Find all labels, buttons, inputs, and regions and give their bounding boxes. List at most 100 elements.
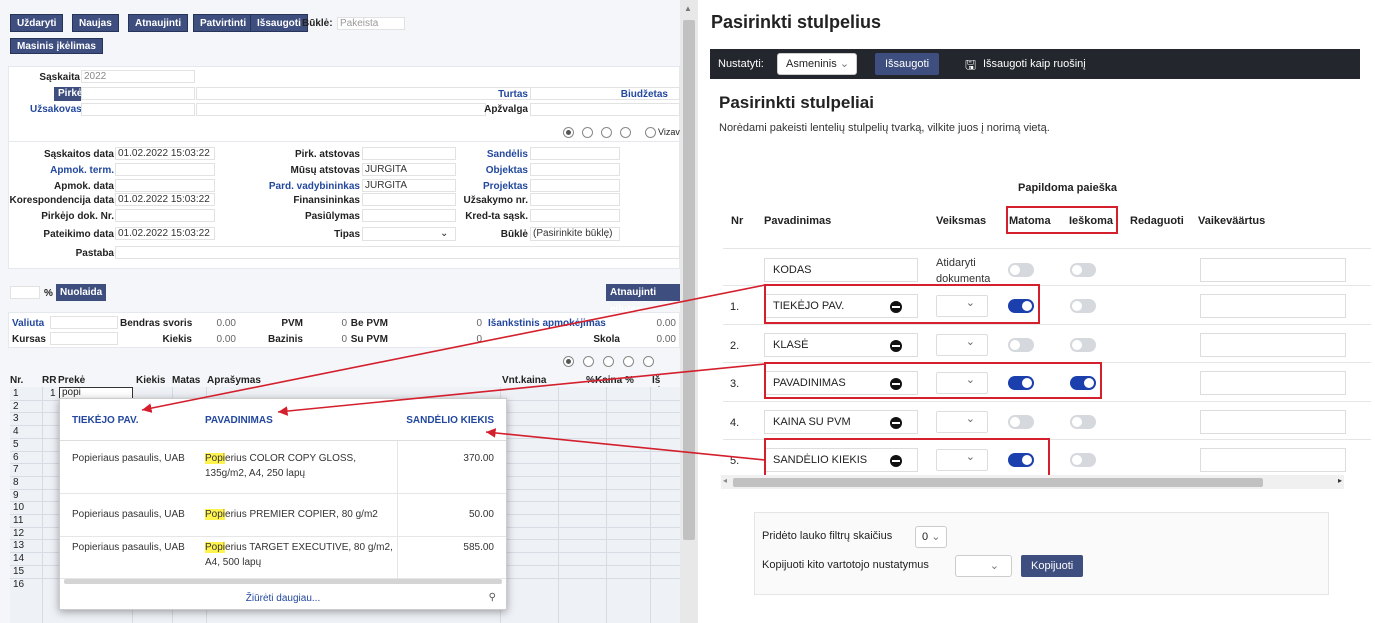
- rows-radio-2[interactable]: [583, 356, 594, 367]
- note-field[interactable]: [115, 246, 680, 259]
- refresh-rows-button[interactable]: Atnaujinti eilutes: [606, 284, 680, 315]
- warehouse-label[interactable]: Sandėlis: [460, 149, 528, 160]
- rows-radio-4[interactable]: [623, 356, 634, 367]
- action-select[interactable]: [936, 334, 988, 356]
- orderer-label[interactable]: Užsakovas: [30, 104, 82, 115]
- budget-label[interactable]: Biudžetas: [600, 89, 668, 100]
- remove-column-icon[interactable]: [890, 417, 902, 429]
- filter-count-select[interactable]: 0 ⌄: [915, 526, 947, 548]
- credit-inv-field[interactable]: [530, 209, 620, 222]
- popup-row[interactable]: Popieriaus pasaulis, UAB Popierius PREMI…: [60, 494, 506, 537]
- orderer-field[interactable]: [81, 103, 195, 116]
- rows-radio-3[interactable]: [603, 356, 614, 367]
- popup-col-name[interactable]: PAVADINIMAS: [205, 415, 273, 426]
- user-select[interactable]: ⌄: [955, 555, 1012, 577]
- overview-field[interactable]: [530, 103, 680, 116]
- view-radio-1[interactable]: [563, 127, 574, 138]
- scroll-thumb[interactable]: [683, 20, 695, 540]
- pay-term-label[interactable]: Apmok. term.: [10, 165, 114, 176]
- view-radio-2[interactable]: [582, 127, 593, 138]
- object-field[interactable]: [530, 163, 620, 176]
- new-button[interactable]: Naujas: [72, 14, 119, 32]
- discount-percent-field[interactable]: [10, 286, 40, 299]
- mass-upload-button[interactable]: Masinis įkėlimas: [10, 38, 103, 54]
- offer-field[interactable]: [362, 209, 456, 222]
- our-rep-field[interactable]: JURGITA: [362, 163, 456, 176]
- default-value-input[interactable]: [1200, 410, 1346, 434]
- popup-col-stock[interactable]: SANDĖLIO KIEKIS: [406, 415, 494, 426]
- save-settings-button[interactable]: Išsaugoti: [875, 53, 940, 75]
- wrench-icon[interactable]: ⚲: [489, 592, 496, 603]
- kodas-column[interactable]: KODAS: [764, 258, 918, 282]
- row-number: 12: [13, 527, 25, 539]
- confirm-button[interactable]: Patvirtinti: [193, 14, 254, 32]
- buyer-button[interactable]: Pirkėjas: [54, 87, 96, 101]
- copy-button[interactable]: Kopijuoti: [1021, 555, 1084, 577]
- default-value-input[interactable]: [1200, 371, 1346, 395]
- pay-term-field[interactable]: [115, 163, 215, 176]
- profile-select[interactable]: Asmeninis ⌄: [777, 53, 857, 75]
- pay-date-field[interactable]: [115, 179, 215, 192]
- prepay-label[interactable]: Išankstinis apmokėjimas: [488, 318, 606, 329]
- currency-field[interactable]: [50, 316, 118, 329]
- submit-date-field[interactable]: 01.02.2022 15:03:22: [115, 227, 215, 240]
- searched-toggle[interactable]: [1070, 453, 1096, 467]
- scroll-left-icon[interactable]: ◂: [723, 476, 727, 485]
- view-radio-4[interactable]: [620, 127, 631, 138]
- see-more-link[interactable]: Žiūrėti daugiau...: [60, 593, 506, 604]
- default-value-input[interactable]: [1200, 333, 1346, 357]
- popup-name-rest: erius COLOR COPY GLOSS, 135g/m2, A4, 250…: [205, 453, 356, 479]
- action-select[interactable]: [936, 411, 988, 433]
- rows-radio-5[interactable]: [643, 356, 654, 367]
- col-qty: Kiekis: [136, 375, 166, 386]
- inv-date-field[interactable]: 01.02.2022 15:03:22: [115, 147, 215, 160]
- discount-button[interactable]: Nuolaida: [56, 284, 107, 301]
- buyer-code-field[interactable]: [81, 87, 195, 100]
- rows-radio-1[interactable]: [563, 356, 574, 367]
- default-value-input[interactable]: [1200, 448, 1346, 472]
- default-value-input[interactable]: [1200, 294, 1346, 318]
- invoice-field[interactable]: 2022: [81, 70, 195, 83]
- state-select[interactable]: (Pasirinkite būklę): [530, 227, 620, 241]
- remove-column-icon[interactable]: [890, 340, 902, 352]
- horizontal-scrollbar[interactable]: ◂ ▸: [721, 475, 1344, 489]
- hscroll-thumb[interactable]: [733, 478, 1263, 487]
- buyer-doc-field[interactable]: [115, 209, 215, 222]
- currency-label[interactable]: Valiuta: [12, 318, 44, 329]
- kodas-searched-toggle[interactable]: [1070, 263, 1096, 277]
- searched-toggle[interactable]: [1070, 299, 1096, 313]
- popup-row[interactable]: Popieriaus pasaulis, UAB Popierius TARGE…: [60, 537, 506, 579]
- popup-row[interactable]: Popieriaus pasaulis, UAB Popierius COLOR…: [60, 441, 506, 494]
- order-no-field[interactable]: [530, 193, 620, 206]
- searched-toggle[interactable]: [1070, 415, 1096, 429]
- corr-date-field[interactable]: 01.02.2022 15:03:22: [115, 193, 215, 206]
- sales-mgr-field[interactable]: JURGITA: [362, 179, 456, 192]
- left-scrollbar[interactable]: ▲: [680, 0, 698, 623]
- project-label[interactable]: Projektas: [460, 181, 528, 192]
- kodas-default-input[interactable]: [1200, 258, 1346, 282]
- popup-scrollbar[interactable]: [64, 579, 502, 584]
- rate-field[interactable]: [50, 332, 118, 345]
- view-radio-3[interactable]: [601, 127, 612, 138]
- scroll-up-icon[interactable]: ▲: [684, 4, 692, 13]
- warehouse-field[interactable]: [530, 147, 620, 160]
- scroll-right-icon[interactable]: ▸: [1338, 476, 1342, 485]
- orderer-name-field[interactable]: [196, 103, 486, 116]
- kodas-visible-toggle[interactable]: [1008, 263, 1034, 277]
- visible-toggle[interactable]: [1008, 338, 1034, 352]
- fin-field[interactable]: [362, 193, 456, 206]
- assets-label[interactable]: Turtas: [480, 89, 528, 100]
- searched-toggle[interactable]: [1070, 338, 1096, 352]
- chevron-down-icon: ⌄: [989, 560, 999, 572]
- popup-col-supplier[interactable]: TIEKĖJO PAV.: [72, 415, 139, 426]
- visible-toggle[interactable]: [1008, 415, 1034, 429]
- buyer-rep-field[interactable]: [362, 147, 456, 160]
- close-button[interactable]: Uždaryti: [10, 14, 64, 32]
- refresh-button[interactable]: Atnaujinti: [128, 14, 189, 32]
- object-label[interactable]: Objektas: [460, 165, 528, 176]
- project-field[interactable]: [530, 179, 620, 192]
- save-button[interactable]: Išsaugoti: [250, 14, 308, 32]
- save-template-button[interactable]: Išsaugoti kaip ruošinį: [983, 58, 1086, 70]
- view-radio-5[interactable]: [645, 127, 656, 138]
- sales-mgr-label[interactable]: Pard. vadybininkas: [250, 181, 360, 192]
